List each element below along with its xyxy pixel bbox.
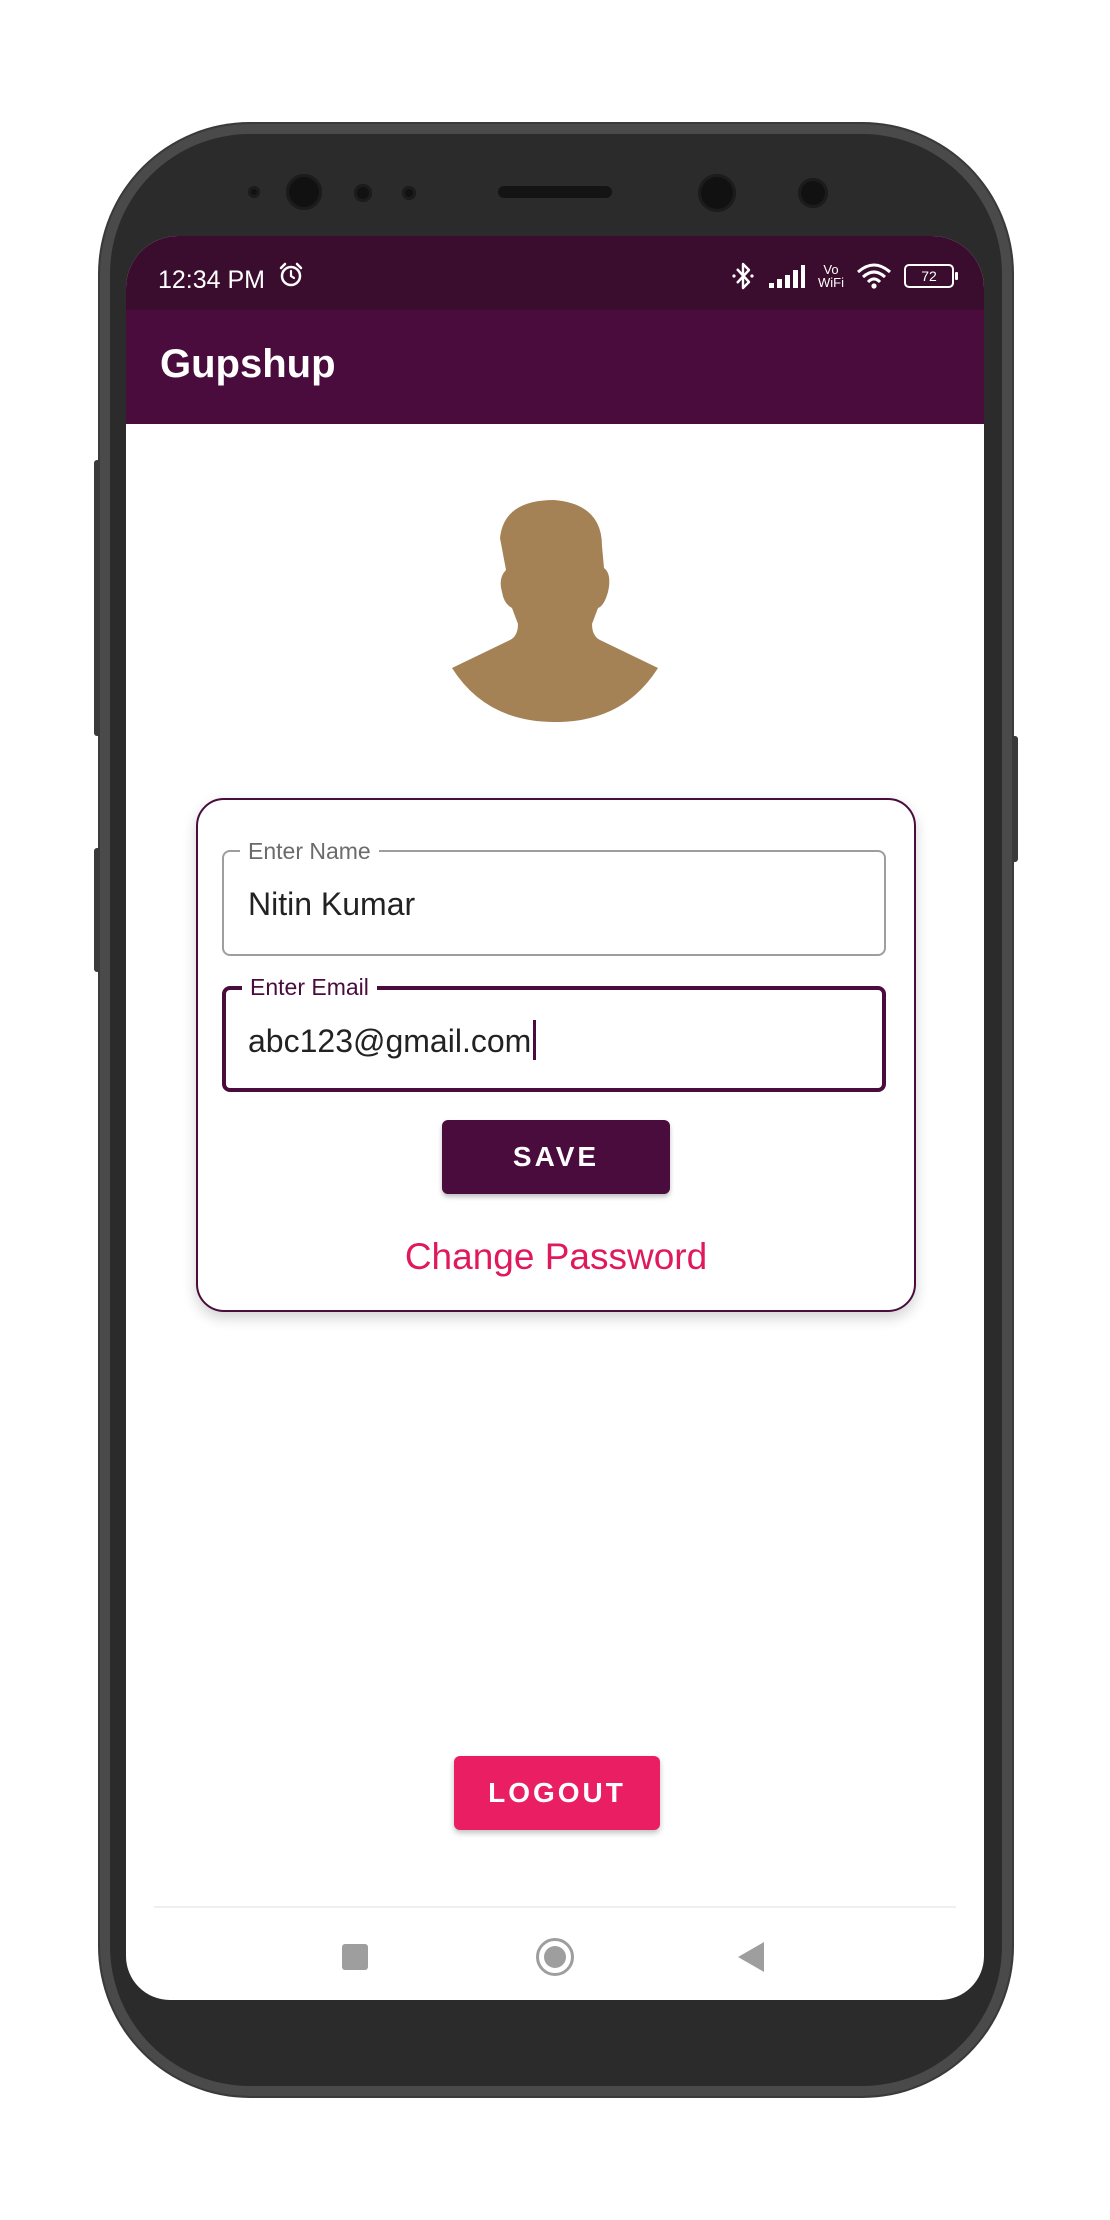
battery-level: 72 — [921, 268, 937, 284]
save-button[interactable]: SAVE — [442, 1120, 670, 1194]
bluetooth-icon — [732, 262, 754, 290]
status-time: 12:34 PM — [158, 266, 266, 294]
signal-icon — [769, 265, 805, 288]
person-silhouette-icon[interactable] — [452, 500, 658, 722]
vowifi-icon: Vo WiFi — [818, 263, 844, 289]
sensor-dot — [798, 178, 828, 208]
wifi-icon — [857, 263, 891, 289]
screen: 12:34 PM Vo WiFi 72 Gupshup Enter Name N… — [126, 236, 984, 2000]
front-camera — [286, 174, 322, 210]
app-title: Gupshup — [160, 342, 336, 386]
name-field-value[interactable]: Nitin Kumar — [248, 886, 415, 923]
email-field-label: Enter Email — [242, 974, 377, 1001]
email-field[interactable]: Enter Email abc123@gmail.com — [222, 974, 886, 1092]
text-cursor — [533, 1020, 537, 1060]
alarm-icon — [279, 262, 303, 287]
back-icon[interactable] — [738, 1942, 764, 1972]
battery-icon: 72 — [904, 264, 958, 288]
name-field-label: Enter Name — [240, 838, 379, 865]
change-password-link[interactable]: Change Password — [198, 1236, 914, 1278]
recent-apps-icon[interactable] — [342, 1944, 368, 1970]
email-field-value[interactable]: abc123@gmail.com — [248, 1020, 537, 1060]
status-bar: 12:34 PM Vo WiFi 72 — [126, 236, 984, 310]
sensor-dot — [354, 184, 372, 202]
profile-card: Enter Name Nitin Kumar Enter Email abc12… — [196, 798, 916, 1312]
sensor-dot — [248, 186, 260, 198]
earpiece-speaker — [498, 186, 612, 198]
nav-divider — [154, 1906, 956, 1908]
name-field[interactable]: Enter Name Nitin Kumar — [222, 838, 886, 956]
status-icons: Vo WiFi 72 — [730, 260, 958, 292]
email-field-text[interactable]: abc123@gmail.com — [248, 1023, 531, 1059]
logout-button[interactable]: LOGOUT — [454, 1756, 660, 1830]
front-camera-secondary — [698, 174, 736, 212]
app-bar: Gupshup — [126, 310, 984, 424]
vowifi-bottom: WiFi — [818, 275, 844, 290]
home-icon[interactable] — [536, 1938, 574, 1976]
sensor-dot — [402, 186, 416, 200]
